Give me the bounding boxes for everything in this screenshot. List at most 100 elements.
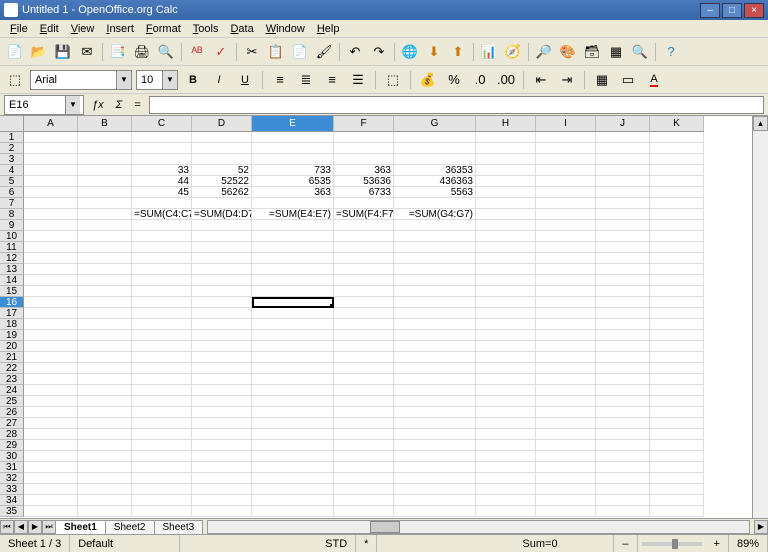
cell[interactable] [394,440,476,451]
indent-inc-icon[interactable]: ⇥ [556,69,578,91]
cell[interactable] [596,440,650,451]
cell[interactable] [650,440,704,451]
cell[interactable] [132,341,192,352]
cell[interactable] [132,462,192,473]
cell[interactable] [252,264,334,275]
cell[interactable] [132,374,192,385]
cell[interactable] [536,275,596,286]
cell[interactable] [334,451,394,462]
cell[interactable] [252,407,334,418]
cell[interactable] [476,253,536,264]
column-header[interactable]: B [78,116,132,132]
column-header[interactable]: D [192,116,252,132]
sum-status[interactable]: Sum=0 [514,535,614,552]
cell[interactable] [132,132,192,143]
styles-icon[interactable]: ⬚ [4,69,26,91]
cell[interactable] [78,209,132,220]
minimize-button[interactable]: – [700,3,720,18]
cell[interactable] [24,451,78,462]
column-header[interactable]: C [132,116,192,132]
cell[interactable] [334,264,394,275]
cell[interactable] [476,132,536,143]
column-header[interactable]: E [252,116,334,132]
cell[interactable] [24,308,78,319]
menu-file[interactable]: File [4,21,34,37]
cell[interactable] [24,231,78,242]
cell[interactable] [132,242,192,253]
cell[interactable] [252,154,334,165]
preview-icon[interactable]: 🔍 [155,41,177,63]
cell[interactable] [334,407,394,418]
cell[interactable] [596,253,650,264]
cell[interactable] [394,330,476,341]
cell[interactable] [476,198,536,209]
cell[interactable]: 6733 [334,187,394,198]
sheet-tab[interactable]: Sheet3 [154,520,204,534]
cell[interactable] [24,253,78,264]
cell[interactable] [476,418,536,429]
cell[interactable] [132,352,192,363]
cell[interactable] [132,451,192,462]
cell[interactable] [650,220,704,231]
email-icon[interactable]: ✉ [76,41,98,63]
scroll-right-icon[interactable]: ▶ [754,520,768,534]
cell[interactable] [252,506,334,517]
cell[interactable] [192,385,252,396]
cell[interactable] [24,341,78,352]
close-button[interactable]: × [744,3,764,18]
italic-button[interactable]: I [208,69,230,91]
cell[interactable] [394,407,476,418]
cell[interactable] [536,495,596,506]
row-header[interactable]: 2 [0,143,24,154]
row-header[interactable]: 17 [0,308,24,319]
cell[interactable] [650,286,704,297]
cell[interactable] [24,176,78,187]
new-icon[interactable]: 📄 [4,41,26,63]
cell[interactable] [476,286,536,297]
cell[interactable] [596,495,650,506]
spreadsheet-grid[interactable]: ABCDEFGHIJK 1234567891011121314151617181… [0,116,768,518]
function-wizard-icon[interactable]: ƒx [88,99,108,111]
row-header[interactable]: 28 [0,429,24,440]
cell[interactable] [394,396,476,407]
cell[interactable] [394,484,476,495]
cell[interactable] [24,429,78,440]
first-sheet-icon[interactable]: ⏮ [0,520,14,534]
hyperlink-icon[interactable]: 🌐 [399,41,421,63]
cell[interactable] [334,429,394,440]
cell[interactable] [252,451,334,462]
cell[interactable] [394,418,476,429]
cell[interactable] [78,374,132,385]
cell[interactable] [252,220,334,231]
cell[interactable] [476,363,536,374]
cell[interactable] [78,154,132,165]
cell[interactable] [334,286,394,297]
cell[interactable] [252,429,334,440]
cell[interactable] [650,396,704,407]
cell[interactable] [132,253,192,264]
cell[interactable] [476,352,536,363]
cell[interactable] [596,297,650,308]
cell[interactable] [192,132,252,143]
cell[interactable] [394,275,476,286]
cell[interactable] [394,352,476,363]
cell[interactable] [650,253,704,264]
cell[interactable] [596,385,650,396]
cell[interactable] [334,132,394,143]
cell[interactable] [394,451,476,462]
cell[interactable] [536,187,596,198]
cell[interactable] [132,308,192,319]
cell[interactable] [476,396,536,407]
cell[interactable]: =SUM(E4:E7) [252,209,334,220]
cell[interactable] [132,385,192,396]
cell[interactable] [192,154,252,165]
spellcheck-icon[interactable]: ᴬᴮ [186,41,208,63]
cell[interactable] [334,341,394,352]
cell[interactable] [24,132,78,143]
cell[interactable] [536,407,596,418]
cell[interactable] [132,286,192,297]
cell[interactable] [192,396,252,407]
formula-input[interactable] [149,96,764,114]
cell[interactable]: =SUM(G4:G7) [394,209,476,220]
cell[interactable] [394,374,476,385]
